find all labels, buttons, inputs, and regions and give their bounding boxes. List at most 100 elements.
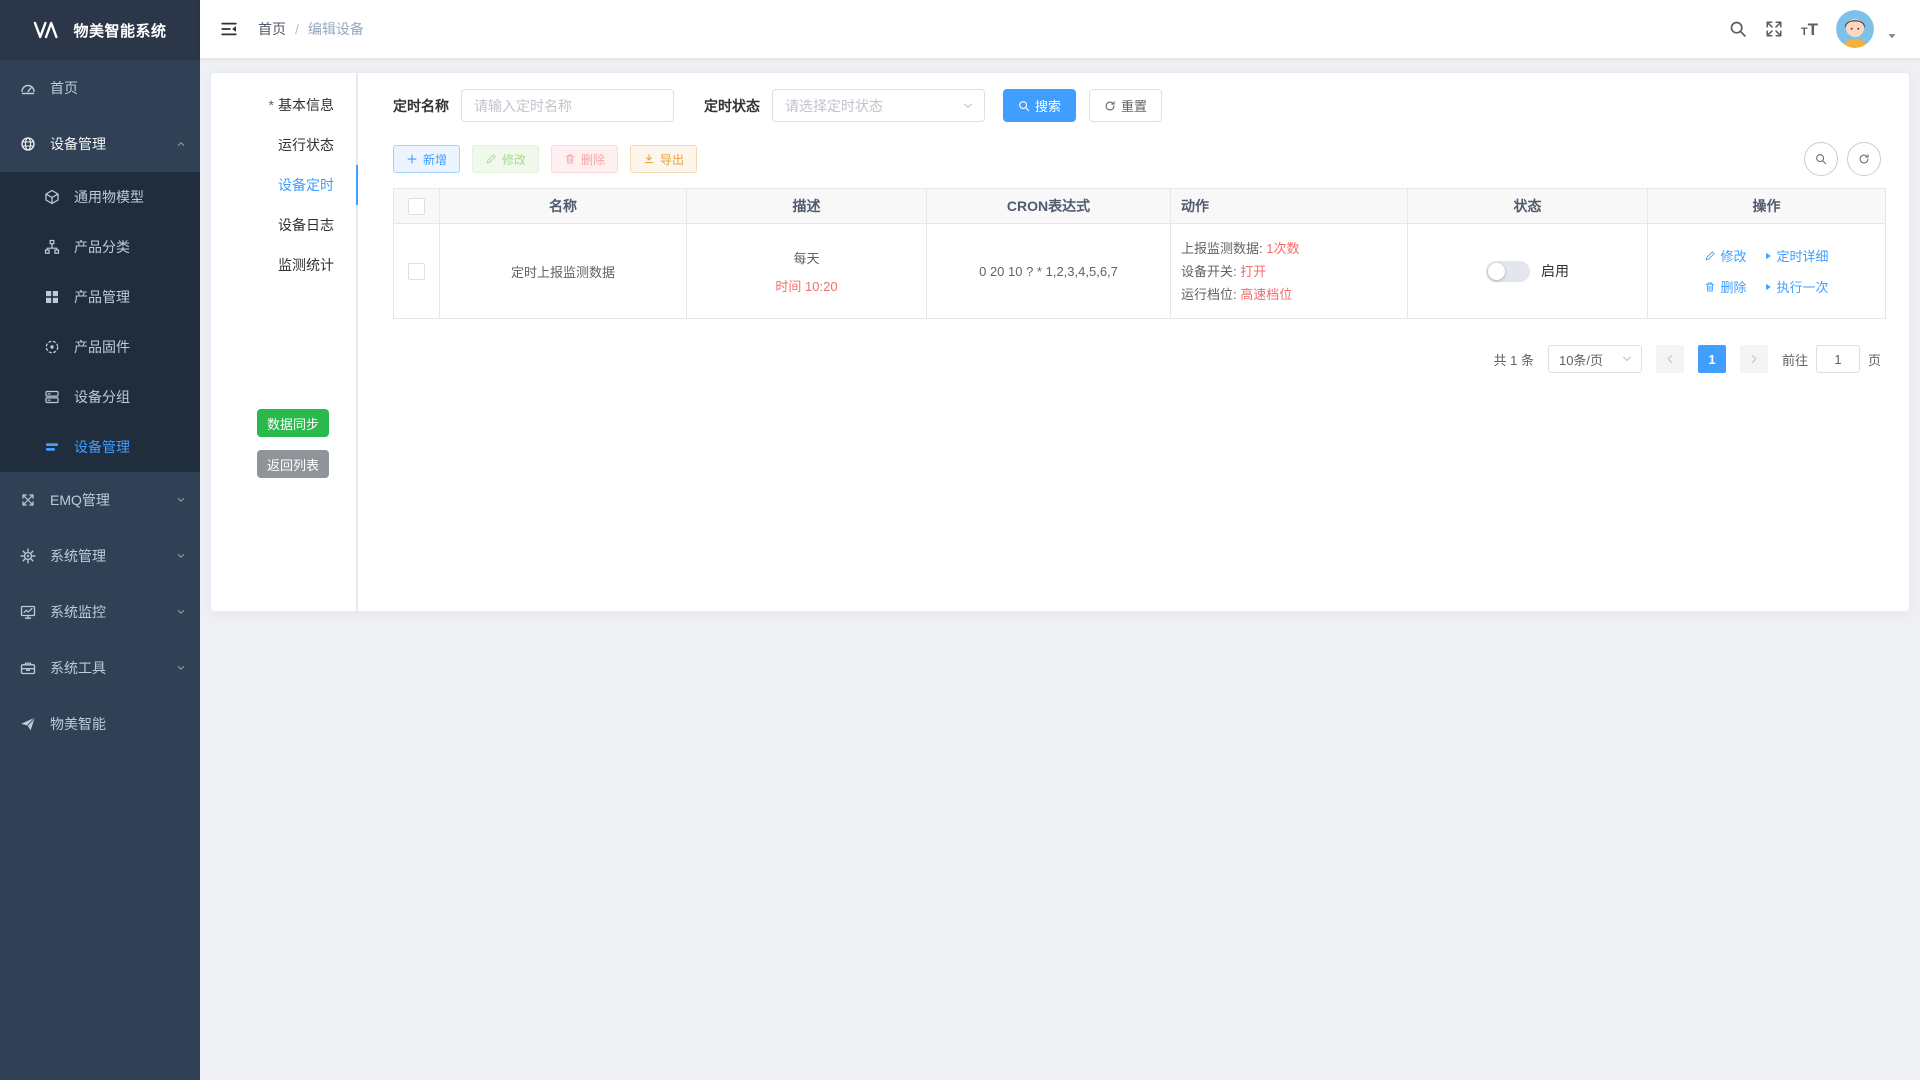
select-all-checkbox[interactable] xyxy=(408,198,425,215)
data-sync-button[interactable]: 数据同步 xyxy=(257,409,329,437)
next-page-button[interactable] xyxy=(1740,345,1768,373)
desc-primary: 每天 xyxy=(687,248,926,267)
sidebar-item-system-monitor[interactable]: 系统监控 xyxy=(0,584,200,640)
timer-name-label: 定时名称 xyxy=(393,96,449,116)
timer-status-label: 定时状态 xyxy=(704,96,760,116)
row-status: 启用 xyxy=(1408,224,1648,319)
device-edit-card: * 基本信息 运行状态 设备定时 设备日志 监测统计 xyxy=(210,72,1910,612)
sidebar-item-label: EMQ管理 xyxy=(50,490,110,510)
toggle-search-button[interactable] xyxy=(1804,142,1838,176)
header-status: 状态 xyxy=(1408,189,1648,224)
paper-plane-icon xyxy=(20,716,36,732)
timer-status-select[interactable]: 请选择定时状态 xyxy=(772,89,985,122)
table-toolbar: 新增 修改 删除 导出 xyxy=(393,142,1881,176)
sidebar-item-emq-management[interactable]: EMQ管理 xyxy=(0,472,200,528)
table-row: 定时上报监测数据 每天 时间 10:20 0 20 10 ? * 1,2,3,4… xyxy=(394,224,1886,319)
tab-device-timer[interactable]: 设备定时 xyxy=(211,165,358,205)
sidebar-item-device-management[interactable]: 设备管理 xyxy=(0,116,200,172)
avatar[interactable] xyxy=(1836,10,1874,48)
row-checkbox-cell xyxy=(394,224,440,319)
row-checkbox[interactable] xyxy=(408,263,425,280)
export-button[interactable]: 导出 xyxy=(630,145,697,173)
sidebar-item-label: 系统工具 xyxy=(50,658,106,678)
toolbar-right-icons xyxy=(1804,142,1881,176)
status-toggle[interactable] xyxy=(1486,261,1530,282)
sidebar-subitem-device-management-active[interactable]: 设备管理 xyxy=(0,422,200,472)
op-timer-detail-link[interactable]: 定时详细 xyxy=(1763,246,1829,265)
search-icon[interactable] xyxy=(1729,20,1747,38)
navbar-right-tools: TT xyxy=(1729,10,1898,48)
sidebar-subitem-product-firmware[interactable]: 产品固件 xyxy=(0,322,200,372)
timer-tab-content: 定时名称 定时状态 请选择定时状态 搜索 重置 xyxy=(358,73,1909,611)
sidebar-item-home[interactable]: 首页 xyxy=(0,60,200,116)
trash-icon xyxy=(1704,281,1716,293)
main-area: 首页 / 编辑设备 TT xyxy=(200,0,1920,1080)
pencil-icon xyxy=(485,153,497,165)
monitor-icon xyxy=(20,604,36,620)
search-icon xyxy=(1018,100,1030,112)
sidebar-item-system-management[interactable]: 系统管理 xyxy=(0,528,200,584)
tab-label: 运行状态 xyxy=(278,135,334,155)
tab-run-status[interactable]: 运行状态 xyxy=(211,125,356,165)
timer-name-input[interactable] xyxy=(461,89,674,122)
sidebar-subitem-thing-model[interactable]: 通用物模型 xyxy=(0,172,200,222)
caret-down-icon[interactable] xyxy=(1886,30,1898,42)
goto-page-input[interactable] xyxy=(1816,345,1860,373)
op-delete-link[interactable]: 删除 xyxy=(1704,277,1746,296)
font-size-icon[interactable]: TT xyxy=(1801,21,1818,38)
search-icon xyxy=(1815,153,1827,165)
refresh-icon xyxy=(1858,153,1870,165)
breadcrumb-home[interactable]: 首页 xyxy=(258,19,286,39)
sidebar-item-label: 系统管理 xyxy=(50,546,106,566)
select-placeholder: 请选择定时状态 xyxy=(785,96,883,116)
tab-basic-info[interactable]: * 基本信息 xyxy=(211,85,356,125)
reset-button[interactable]: 重置 xyxy=(1089,89,1162,122)
page-number-1[interactable]: 1 xyxy=(1698,345,1726,373)
row-actions: 上报监测数据: 1次数 设备开关: 打开 运行档位: 高速档位 xyxy=(1171,224,1408,319)
refresh-table-button[interactable] xyxy=(1847,142,1881,176)
required-mark: * xyxy=(269,97,274,113)
fullscreen-icon[interactable] xyxy=(1765,20,1783,38)
goto-label: 前往 xyxy=(1782,350,1808,369)
chevron-left-icon xyxy=(1664,353,1676,365)
sidebar-subitem-product-category[interactable]: 产品分类 xyxy=(0,222,200,272)
sidebar-subitem-product-management[interactable]: 产品管理 xyxy=(0,272,200,322)
tab-monitor-stats[interactable]: 监测统计 xyxy=(211,245,356,285)
breadcrumb-separator: / xyxy=(295,21,299,37)
header-action: 动作 xyxy=(1171,189,1408,224)
op-edit-link[interactable]: 修改 xyxy=(1704,246,1746,265)
action-line: 设备开关: 打开 xyxy=(1181,260,1397,283)
op-run-once-link[interactable]: 执行一次 xyxy=(1763,277,1829,296)
sidebar-submenu-device: 通用物模型 产品分类 产品管理 产品固件 设备分组 xyxy=(0,172,200,472)
tab-label: 设备日志 xyxy=(278,215,334,235)
vertical-tabs: * 基本信息 运行状态 设备定时 设备日志 监测统计 xyxy=(211,73,358,611)
grid-icon xyxy=(44,289,60,305)
app-title: 物美智能系统 xyxy=(73,20,166,41)
sidebar-item-label: 物美智能 xyxy=(50,714,106,734)
filter-form: 定时名称 定时状态 请选择定时状态 搜索 重置 xyxy=(393,89,1881,122)
search-button[interactable]: 搜索 xyxy=(1003,89,1076,122)
sidebar-item-label: 通用物模型 xyxy=(74,187,144,207)
sidebar-fold-icon[interactable] xyxy=(220,20,238,38)
edit-button[interactable]: 修改 xyxy=(472,145,539,173)
delete-button[interactable]: 删除 xyxy=(551,145,618,173)
tab-device-log[interactable]: 设备日志 xyxy=(211,205,356,245)
download-icon xyxy=(643,153,655,165)
app-logo[interactable]: 物美智能系统 xyxy=(0,0,200,60)
refresh-icon xyxy=(1104,100,1116,112)
chevron-down-icon xyxy=(176,607,186,617)
sitemap-icon xyxy=(44,239,60,255)
back-to-list-button[interactable]: 返回列表 xyxy=(257,450,329,478)
goto-unit: 页 xyxy=(1868,350,1881,369)
prev-page-button[interactable] xyxy=(1656,345,1684,373)
cube-icon xyxy=(44,189,60,205)
sidebar-item-label: 设备管理 xyxy=(74,437,130,457)
sidebar-item-wumei-smart[interactable]: 物美智能 xyxy=(0,696,200,752)
header-name: 名称 xyxy=(440,189,687,224)
add-button[interactable]: 新增 xyxy=(393,145,460,173)
page-size-select[interactable]: 10条/页 xyxy=(1548,345,1642,373)
sidebar-subitem-device-group[interactable]: 设备分组 xyxy=(0,372,200,422)
sidebar-item-system-tools[interactable]: 系统工具 xyxy=(0,640,200,696)
sidebar-item-label: 产品固件 xyxy=(74,337,130,357)
tab-label: 监测统计 xyxy=(278,255,334,275)
